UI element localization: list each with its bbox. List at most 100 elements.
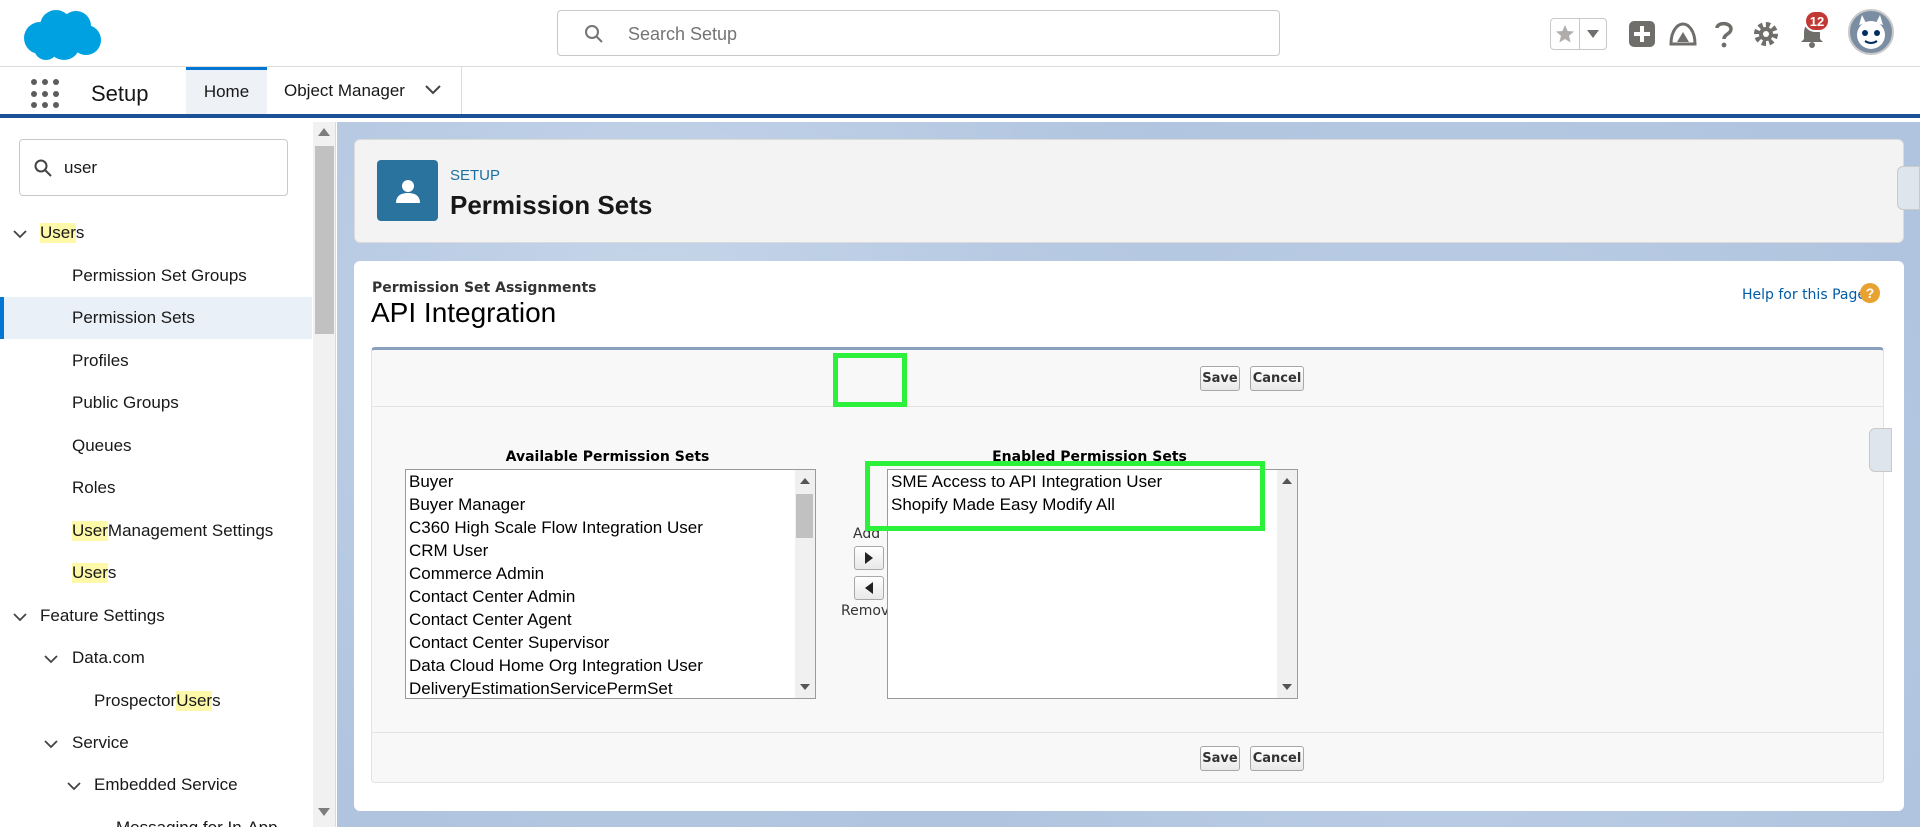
sidebar-item-label: Profiles xyxy=(72,351,129,370)
sidebar-item-label: Queues xyxy=(72,436,132,455)
sidebar-item-label: Roles xyxy=(72,478,116,497)
help-icon[interactable] xyxy=(1708,18,1740,50)
quick-find-input[interactable]: user xyxy=(19,139,288,196)
save-button-top[interactable]: Save xyxy=(1200,366,1240,391)
sidebar-item-data-com[interactable]: Data.com xyxy=(0,637,312,679)
page-header: SETUP Permission Sets xyxy=(354,139,1904,243)
sidebar-item-permission-set-groups[interactable]: Permission Set Groups xyxy=(0,255,312,297)
section-label: Permission Set Assignments xyxy=(372,280,597,296)
available-column-title: Available Permission Sets xyxy=(505,449,710,465)
assignment-page-block: Save Cancel Available Permission Sets En… xyxy=(371,347,1884,783)
sidebar-item-queues[interactable]: Queues xyxy=(0,425,312,467)
sidebar-item-permission-sets[interactable]: Permission Sets xyxy=(0,297,312,339)
side-panel-toggle[interactable] xyxy=(1897,166,1920,210)
search-placeholder: Search Setup xyxy=(628,24,738,44)
sidebar-item-service[interactable]: Service xyxy=(0,722,312,764)
scroll-up-arrow-icon[interactable] xyxy=(800,478,810,484)
sidebar-item-label: Permission Sets xyxy=(72,308,195,327)
sidebar-item-messaging-for-in-app[interactable]: Messaging for In-App xyxy=(0,807,312,827)
sidebar-item-label-highlight: User xyxy=(176,691,213,711)
scroll-up-arrow-icon[interactable] xyxy=(1282,478,1292,484)
user-avatar[interactable] xyxy=(1848,9,1894,55)
side-panel-toggle[interactable] xyxy=(1869,428,1892,472)
sidebar-item-profiles[interactable]: Profiles xyxy=(0,340,312,382)
sidebar-item-label: Permission Set Groups xyxy=(72,266,247,285)
notification-badge: 12 xyxy=(1804,10,1830,32)
star-icon[interactable] xyxy=(1551,19,1581,49)
sidebar-item-embedded-service[interactable]: Embedded Service xyxy=(0,764,312,806)
sidebar-item-label-highlight: User xyxy=(72,521,108,541)
permission-set-icon xyxy=(377,160,438,221)
divider xyxy=(372,732,1883,733)
sidebar-item-label: s xyxy=(107,563,117,582)
cancel-button-bottom[interactable]: Cancel xyxy=(1250,746,1304,771)
list-scrollbar[interactable] xyxy=(795,470,815,698)
sidebar-item-label: s xyxy=(212,691,221,710)
list-item[interactable]: Contact Center Supervisor xyxy=(406,631,815,654)
sidebar-item-roles[interactable]: Roles xyxy=(0,467,312,509)
sidebar-item-label: Public Groups xyxy=(72,393,179,412)
sidebar-item-label: Feature Settings xyxy=(40,606,165,625)
global-header: Search Setup 12 xyxy=(0,0,1920,67)
list-item[interactable]: C360 High Scale Flow Integration User xyxy=(406,516,815,539)
sidebar-item-label: Messaging for In-App xyxy=(116,818,278,827)
remove-button[interactable] xyxy=(854,576,884,600)
add-icon[interactable] xyxy=(1626,18,1658,50)
gear-icon[interactable] xyxy=(1750,18,1782,50)
cancel-button-top[interactable]: Cancel xyxy=(1250,366,1304,391)
sidebar-scrollbar-thumb[interactable] xyxy=(315,146,334,334)
app-launcher-icon[interactable] xyxy=(31,79,61,109)
chevron-down-icon[interactable] xyxy=(1580,19,1606,49)
sidebar-item-feature-settings[interactable]: Feature Settings xyxy=(0,595,312,637)
list-item[interactable]: CRM User xyxy=(406,539,815,562)
page-kicker: SETUP xyxy=(450,167,501,184)
sidebar-item-prospector-users[interactable]: Prospector User s xyxy=(0,680,312,722)
sidebar-item-users[interactable]: User s xyxy=(0,552,312,594)
sidebar-item-label: Prospector xyxy=(94,691,177,710)
chevron-down-icon[interactable] xyxy=(425,85,441,95)
search-icon xyxy=(34,159,52,177)
tab-home[interactable]: Home xyxy=(186,67,267,114)
add-button[interactable] xyxy=(854,546,884,570)
list-item[interactable]: Commerce Admin xyxy=(406,562,815,585)
sidebar-item-label-highlight: User xyxy=(40,223,76,243)
scroll-down-arrow-icon[interactable] xyxy=(1282,684,1292,690)
help-question-icon[interactable]: ? xyxy=(1860,283,1880,303)
search-icon xyxy=(585,25,603,43)
tab-object-manager[interactable]: Object Manager xyxy=(270,67,462,114)
highlight-enabled-box xyxy=(865,461,1265,531)
sidebar-item-public-groups[interactable]: Public Groups xyxy=(0,382,312,424)
content-card: Permission Set Assignments API Integrati… xyxy=(354,261,1904,811)
list-item[interactable]: Contact Center Agent xyxy=(406,608,815,631)
list-item[interactable]: DeliveryEstimationServicePermSet xyxy=(406,677,815,698)
sidebar-item-label: Embedded Service xyxy=(94,775,238,794)
app-name: Setup xyxy=(91,81,149,106)
section-title: API Integration xyxy=(371,297,557,328)
list-scrollbar[interactable] xyxy=(1277,470,1297,698)
scroll-down-arrow-icon[interactable] xyxy=(318,808,330,816)
search-setup-input[interactable]: Search Setup xyxy=(557,10,1280,56)
help-link[interactable]: Help for this Page xyxy=(1742,287,1866,303)
list-item[interactable]: Data Cloud Home Org Integration User xyxy=(406,654,815,677)
sidebar-item-user-management-settings[interactable]: User Management Settings xyxy=(0,510,312,552)
sidebar-item-label: Service xyxy=(72,733,129,752)
salesforce-logo[interactable] xyxy=(20,8,102,62)
sidebar-item-label-highlight: User xyxy=(72,563,108,583)
trailhead-icon[interactable] xyxy=(1667,18,1699,50)
arrow-right-icon xyxy=(865,552,873,564)
list-item[interactable]: Buyer Manager xyxy=(406,493,815,516)
available-permission-sets-list[interactable]: Buyer Buyer Manager C360 High Scale Flow… xyxy=(405,469,816,699)
tab-object-manager-label: Object Manager xyxy=(284,80,405,100)
sidebar-item-label: Management Settings xyxy=(107,521,274,540)
list-item[interactable]: Buyer xyxy=(406,470,815,493)
scroll-up-arrow-icon[interactable] xyxy=(318,128,330,136)
scroll-down-arrow-icon[interactable] xyxy=(800,684,810,690)
list-item[interactable]: Contact Center Admin xyxy=(406,585,815,608)
sidebar-item-label: s xyxy=(75,223,85,242)
list-scrollbar-thumb[interactable] xyxy=(796,494,813,538)
sidebar-item-label: Data.com xyxy=(72,648,145,667)
page-title: Permission Sets xyxy=(450,190,653,220)
favorites-control[interactable] xyxy=(1550,18,1607,50)
sidebar-item-users-section[interactable]: User s xyxy=(0,212,312,254)
save-button-bottom[interactable]: Save xyxy=(1200,746,1240,771)
